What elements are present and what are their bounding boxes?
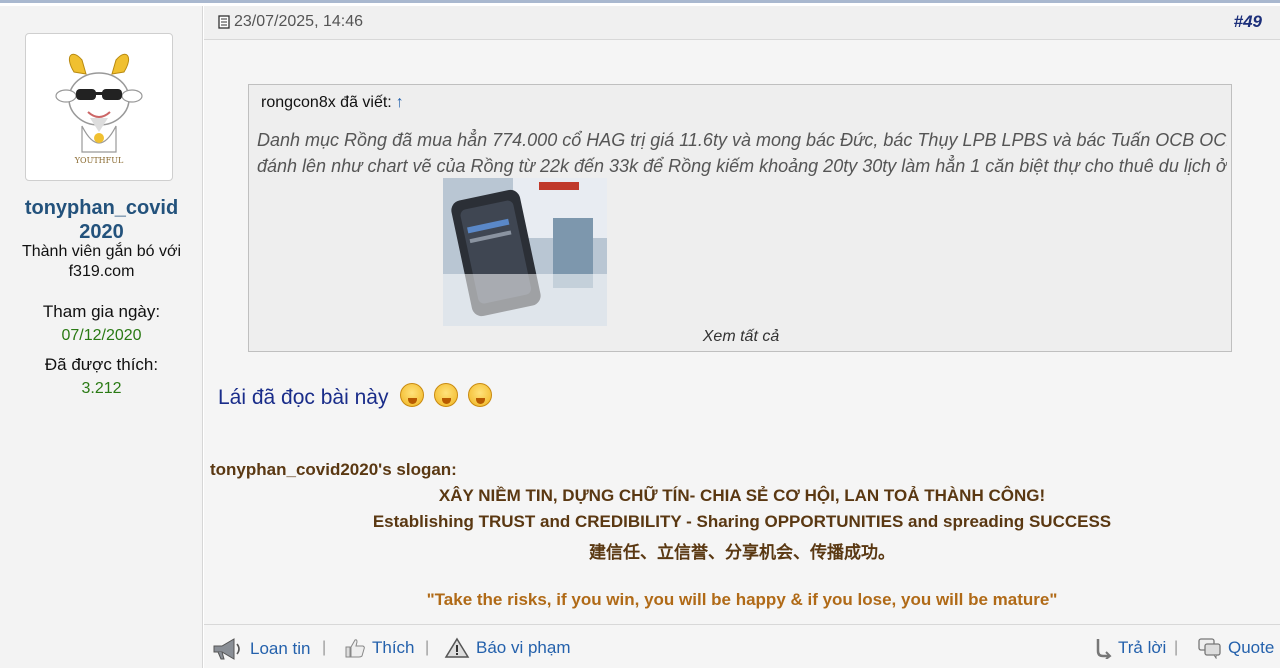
username[interactable]: tonyphan_covid 2020 <box>0 196 203 244</box>
quote-line-2: đánh lên như chart vẽ của Rồng từ 22k đế… <box>257 156 1227 176</box>
reply-label[interactable]: Trả lời <box>1118 638 1166 658</box>
see-all-link[interactable]: Xem tất cả <box>249 328 1233 346</box>
quote-text: Danh mục Rồng đã mua hẳn 774.000 cổ HAG … <box>257 127 1227 179</box>
post-number-link[interactable]: #49 <box>1234 12 1262 32</box>
slogan-vietnamese: XÂY NIỀM TIN, DỰNG CHỮ TÍN- CHIA SẺ CƠ H… <box>438 486 1046 505</box>
quote-author-text: rongcon8x đã viết: <box>261 94 392 111</box>
worried-emoji-icon <box>468 383 493 407</box>
slogan-english: Establishing TRUST and CREDIBILITY - Sha… <box>372 512 1112 531</box>
join-date-label: Tham gia ngày: <box>42 302 161 321</box>
likes-value: 3.212 <box>81 380 122 397</box>
post-actions: Loan tin | Thích | Báo vi phạm Trả lời |… <box>204 624 1280 668</box>
slogan-label: tonyphan_covid2020's slogan: <box>210 460 457 479</box>
quote-author: rongcon8x đã viết: ↑ <box>261 94 404 112</box>
username-line2[interactable]: 2020 <box>0 220 203 244</box>
reply-arrow-icon <box>1096 639 1112 659</box>
post-header: 23/07/2025, 14:46 #49 <box>204 6 1280 40</box>
reply-button[interactable]: Trả lời <box>1094 637 1166 659</box>
separator: | <box>322 639 327 656</box>
worried-emoji-icon <box>400 383 425 407</box>
avatar-caption: YOUTHFUL <box>74 156 124 165</box>
user-sidebar: YOUTHFUL tonyphan_covid 2020 Thành viên … <box>0 6 203 668</box>
emoji-icons <box>396 383 493 413</box>
slogan-quote: "Take the risks, if you win, you will be… <box>426 590 1058 609</box>
post-date-text: 23/07/2025, 14:46 <box>234 13 364 30</box>
warning-icon <box>444 637 470 658</box>
thumbs-up-icon <box>345 639 365 658</box>
likes-label: Đã được thích: <box>44 355 159 374</box>
quote-image[interactable] <box>443 178 607 326</box>
quote-button[interactable]: Quote <box>1198 637 1274 659</box>
document-icon <box>218 15 230 29</box>
reply-text-content: Lái đã đọc bài này <box>218 386 389 409</box>
quote-jump-arrow[interactable]: ↑ <box>396 94 404 111</box>
quote-label[interactable]: Quote <box>1228 638 1274 658</box>
user-title: Thành viên gắn bó với f319.com <box>21 243 182 280</box>
slogan-chinese: 建信任、立信誉、分享机会、传播成功。 <box>589 543 895 562</box>
worried-emoji-icon <box>434 383 459 407</box>
join-date-value: 07/12/2020 <box>61 327 142 344</box>
post-date: 23/07/2025, 14:46 <box>218 13 363 31</box>
post-content: 23/07/2025, 14:46 #49 rongcon8x đã viết:… <box>204 6 1280 668</box>
share-label[interactable]: Loan tin <box>250 639 311 659</box>
report-label[interactable]: Báo vi phạm <box>476 638 571 658</box>
forum-post: YOUTHFUL tonyphan_covid 2020 Thành viên … <box>0 0 1280 668</box>
avatar[interactable]: YOUTHFUL <box>25 33 173 181</box>
report-button[interactable]: Báo vi phạm <box>444 637 571 659</box>
quote-line-1: Danh mục Rồng đã mua hẳn 774.000 cổ HAG … <box>257 130 1227 150</box>
username-line1[interactable]: tonyphan_covid <box>0 196 203 220</box>
reply-text: Lái đã đọc bài này <box>218 383 493 413</box>
separator: | <box>1174 639 1179 656</box>
like-button[interactable]: Thích <box>344 637 415 659</box>
like-label[interactable]: Thích <box>372 638 415 658</box>
share-button[interactable]: Loan tin <box>212 637 311 661</box>
megaphone-icon <box>213 638 240 660</box>
phone-photo-icon <box>443 178 607 326</box>
speech-bubbles-icon <box>1198 638 1221 659</box>
separator: | <box>425 639 430 656</box>
quote-block: rongcon8x đã viết: ↑ Danh mục Rồng đã mua… <box>248 84 1232 352</box>
